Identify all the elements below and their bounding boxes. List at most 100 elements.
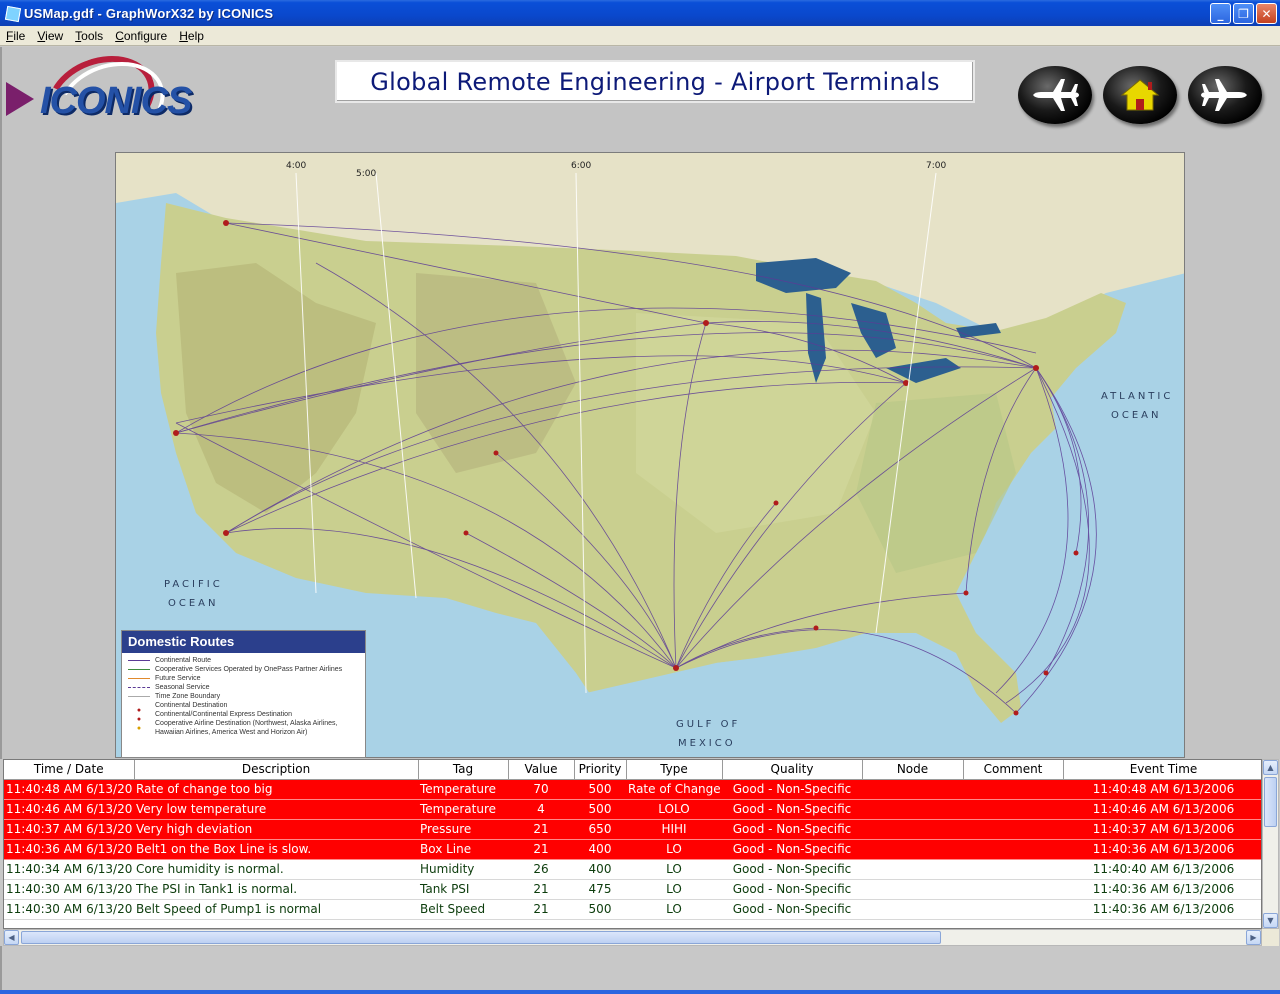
menu-bar: File View Tools Configure Help [0,26,1280,46]
timezone-label: 5:00 [356,169,377,179]
cell-description: Very low temperature [134,799,418,820]
column-header-description[interactable]: Description [134,760,419,780]
cell-comment [963,879,1063,900]
column-header-type[interactable]: Type [626,760,723,780]
alarm-row[interactable]: 11:40:30 AM 6/13/20 The PSI in Tank1 is … [4,879,1261,900]
menu-file[interactable]: File [0,29,31,43]
timezone-label: 4:00 [286,161,307,171]
minimize-button[interactable]: _ [1210,3,1231,24]
alarm-table: Time / Date Description Tag Value Priori… [4,760,1261,920]
cell-comment [963,819,1063,840]
cell-priority: 500 [574,779,626,800]
column-header-priority[interactable]: Priority [574,760,627,780]
cell-comment [963,859,1063,880]
scroll-up-icon[interactable]: ▲ [1263,760,1278,775]
cell-value: 21 [508,839,574,860]
alarm-row[interactable]: 11:40:37 AM 6/13/20 Very high deviation … [4,819,1261,840]
forward-button[interactable] [1188,66,1262,124]
legend-item: Future Service [128,674,359,683]
cell-event-time: 11:40:48 AM 6/13/2006 [1063,779,1261,800]
ocean-label: PACIFIC [164,579,223,590]
cell-quality: Good - Non-Specific [722,859,862,880]
plane-left-icon [1033,79,1079,111]
menu-view[interactable]: View [31,29,69,43]
legend-list: Continental Route Cooperative Services O… [122,653,365,740]
alarm-row[interactable]: 11:40:48 AM 6/13/20 Rate of change too b… [4,779,1261,800]
cell-priority: 400 [574,839,626,860]
cell-value: 4 [508,799,574,820]
cell-value: 21 [508,879,574,900]
legend-item: ● Cooperative Airline Destination (Northw… [136,720,338,732]
cell-quality: Good - Non-Specific [722,879,862,900]
scroll-down-icon[interactable]: ▼ [1263,913,1278,928]
cell-time: 11:40:37 AM 6/13/20 [4,819,134,840]
alarm-viewer[interactable]: Time / Date Description Tag Value Priori… [3,759,1262,929]
column-header-quality[interactable]: Quality [722,760,863,780]
cell-description: Core humidity is normal. [134,859,418,880]
cell-time: 11:40:48 AM 6/13/20 [4,779,134,800]
legend-item: ● Continental/Continental Express Destina… [136,711,292,723]
legend-item: Seasonal Service [128,683,359,692]
alarm-vertical-scrollbar[interactable]: ▲ ▼ [1262,759,1279,929]
menu-configure[interactable]: Configure [109,29,173,43]
cell-type: Rate of Change [626,779,722,800]
alarm-horizontal-scrollbar[interactable]: ◀ ▶ [3,929,1262,946]
cell-event-time: 11:40:36 AM 6/13/2006 [1063,839,1261,860]
cell-tag: Temperature [418,779,508,800]
cell-tag: Temperature [418,799,508,820]
cell-event-time: 11:40:46 AM 6/13/2006 [1063,799,1261,820]
window-titlebar[interactable]: USMap.gdf - GraphWorX32 by ICONICS _ ❐ ✕ [0,0,1280,26]
iconics-logo: ICONICS [6,41,192,161]
cell-description: Belt Speed of Pump1 is normal [134,899,418,920]
column-header-node[interactable]: Node [862,760,964,780]
column-header-time[interactable]: Time / Date [4,760,135,780]
ocean-label: OCEAN [1111,410,1162,421]
bottom-area [0,946,1280,994]
ocean-label: OCEAN [168,598,219,609]
cell-event-time: 11:40:36 AM 6/13/2006 [1063,899,1261,920]
column-header-comment[interactable]: Comment [963,760,1064,780]
cell-priority: 400 [574,859,626,880]
back-button[interactable] [1018,66,1092,124]
cell-quality: Good - Non-Specific [722,799,862,820]
column-header-tag[interactable]: Tag [418,760,509,780]
scroll-thumb-vertical[interactable] [1264,777,1277,827]
cell-time: 11:40:30 AM 6/13/20 [4,899,134,920]
column-header-value[interactable]: Value [508,760,575,780]
cell-priority: 475 [574,879,626,900]
cell-comment [963,839,1063,860]
legend-item: Cooperative Services Operated by OnePass… [128,665,359,674]
cell-value: 70 [508,779,574,800]
window-controls: _ ❐ ✕ [1210,3,1277,24]
ocean-label: GULF OF [676,719,741,730]
scroll-thumb-horizontal[interactable] [21,931,941,944]
cell-description: Rate of change too big [134,779,418,800]
cell-description: The PSI in Tank1 is normal. [134,879,418,900]
cell-node [862,839,963,860]
alarm-row[interactable]: 11:40:46 AM 6/13/20 Very low temperature… [4,799,1261,820]
scroll-right-icon[interactable]: ▶ [1246,930,1261,945]
scroll-left-icon[interactable]: ◀ [4,930,19,945]
cell-comment [963,799,1063,820]
menu-tools[interactable]: Tools [69,29,109,43]
cell-type: LO [626,859,722,880]
alarm-row[interactable]: 11:40:34 AM 6/13/20 Core humidity is nor… [4,859,1261,880]
cell-comment [963,779,1063,800]
cell-node [862,859,963,880]
maximize-button[interactable]: ❐ [1233,3,1254,24]
cell-node [862,819,963,840]
alarm-row[interactable]: 11:40:30 AM 6/13/20 Belt Speed of Pump1 … [4,899,1261,920]
legend-item: ● Continental Destination [136,702,228,714]
home-button[interactable] [1103,66,1177,124]
close-button[interactable]: ✕ [1256,3,1277,24]
cell-type: LO [626,879,722,900]
alarm-row[interactable]: 11:40:36 AM 6/13/20 Belt1 on the Box Lin… [4,839,1261,860]
cell-tag: Box Line [418,839,508,860]
column-header-event-time[interactable]: Event Time [1063,760,1261,780]
legend-swatch [128,660,150,661]
cell-time: 11:40:34 AM 6/13/20 [4,859,134,880]
cell-description: Very high deviation [134,819,418,840]
cell-time: 11:40:36 AM 6/13/20 [4,839,134,860]
menu-help[interactable]: Help [173,29,210,43]
legend-swatch [128,687,150,688]
